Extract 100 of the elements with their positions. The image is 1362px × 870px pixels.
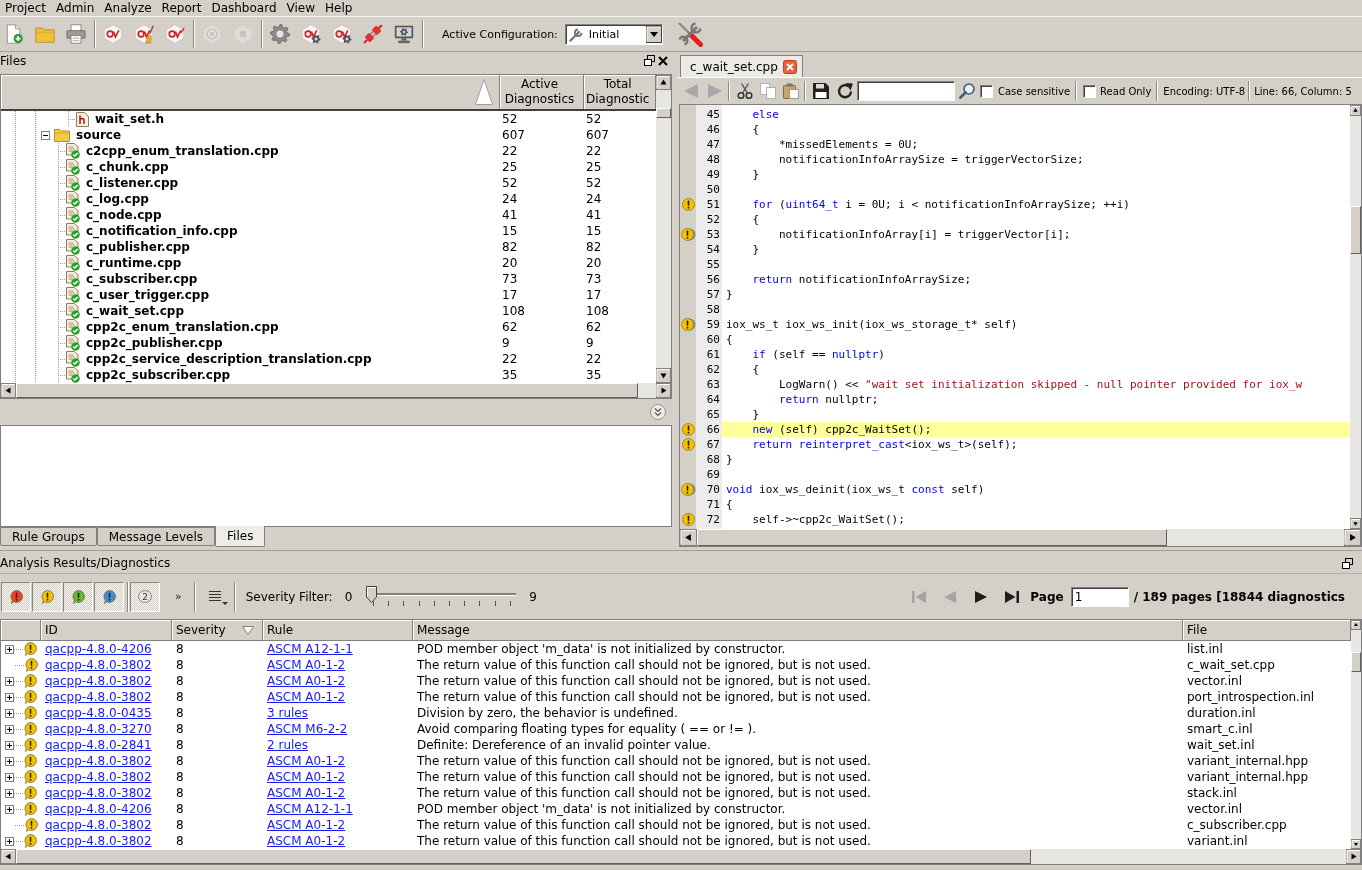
severity-toggle-button[interactable] bbox=[94, 581, 124, 612]
file-name[interactable]: c_listener.cpp bbox=[86, 176, 179, 190]
expand-icon[interactable] bbox=[5, 804, 14, 814]
vertical-scrollbar[interactable] bbox=[1350, 105, 1361, 529]
rule-link[interactable]: ASCM A12-1-1 bbox=[267, 802, 353, 816]
collapse-icon[interactable] bbox=[41, 130, 50, 140]
scrollbar-thumb[interactable] bbox=[1351, 652, 1361, 672]
expand-icon[interactable] bbox=[5, 724, 14, 734]
restore-icon[interactable] bbox=[644, 55, 655, 66]
column-header[interactable] bbox=[1, 620, 41, 640]
printer-icon[interactable] bbox=[66, 24, 86, 44]
diagnostic-id-link[interactable]: qacpp-4.8.0-2841 bbox=[45, 738, 152, 752]
scissors-icon[interactable] bbox=[737, 83, 753, 99]
arrow-left-icon[interactable] bbox=[1, 383, 16, 398]
scrollbar-thumb[interactable] bbox=[656, 108, 672, 118]
file-name[interactable]: c_notification_info.cpp bbox=[86, 224, 238, 238]
file-name[interactable]: cpp2c_enum_translation.cpp bbox=[86, 320, 279, 334]
rule-link[interactable]: ASCM A0-1-2 bbox=[267, 690, 346, 704]
more-button[interactable]: » bbox=[175, 590, 182, 603]
file-name[interactable]: c_user_trigger.cpp bbox=[86, 288, 209, 302]
page-field[interactable]: 1 bbox=[1070, 586, 1129, 607]
file-tab[interactable]: c_wait_set.cpp bbox=[680, 55, 803, 77]
save-icon[interactable] bbox=[813, 83, 829, 99]
vertical-scrollbar[interactable] bbox=[1351, 620, 1361, 849]
rule-link[interactable]: ASCM A0-1-2 bbox=[267, 786, 346, 800]
rule-link[interactable]: ASCM A0-1-2 bbox=[267, 674, 346, 688]
rule-link[interactable]: ASCM A0-1-2 bbox=[267, 658, 346, 672]
column-header[interactable]: Active Diagnostics bbox=[500, 75, 584, 109]
folder-name[interactable]: source bbox=[76, 128, 122, 142]
diagnostic-id-link[interactable]: qacpp-4.8.0-4206 bbox=[45, 642, 152, 656]
scrollbar-thumb[interactable] bbox=[1350, 206, 1361, 254]
scrollbar-thumb[interactable] bbox=[697, 529, 1167, 546]
next-page-icon[interactable] bbox=[974, 589, 989, 604]
diagnostic-id-link[interactable]: qacpp-4.8.0-3802 bbox=[45, 786, 152, 800]
search-field[interactable] bbox=[857, 81, 955, 101]
file-name[interactable]: cpp2c_service_description_translation.cpp bbox=[86, 352, 372, 366]
vertical-scrollbar[interactable] bbox=[656, 75, 672, 383]
arrow-right-icon[interactable] bbox=[656, 383, 671, 398]
expand-icon[interactable] bbox=[5, 772, 14, 782]
arrow-left-icon[interactable] bbox=[1, 849, 16, 864]
diagnostic-id-link[interactable]: qacpp-4.8.0-3802 bbox=[45, 818, 152, 832]
arrow-up-icon[interactable] bbox=[1350, 105, 1361, 116]
menu-item[interactable]: View bbox=[281, 0, 320, 16]
horizontal-scrollbar[interactable] bbox=[1, 849, 1361, 864]
arrow-down-icon[interactable] bbox=[1351, 839, 1361, 849]
file-name[interactable]: c_chunk.cpp bbox=[86, 160, 169, 174]
rule-link[interactable]: ASCM A0-1-2 bbox=[267, 754, 346, 768]
expand-icon[interactable] bbox=[5, 708, 14, 718]
expand-icon[interactable] bbox=[5, 740, 14, 750]
expand-icon[interactable] bbox=[5, 756, 14, 766]
hexagon-check-icon[interactable] bbox=[103, 24, 123, 44]
expand-icon[interactable] bbox=[5, 676, 14, 686]
checkbox[interactable] bbox=[980, 84, 993, 98]
severity-toggle-button[interactable] bbox=[1, 581, 31, 612]
column-header[interactable]: ID bbox=[41, 620, 172, 640]
expand-icon[interactable] bbox=[5, 644, 14, 654]
wrench-screwdriver-icon[interactable] bbox=[676, 21, 703, 47]
arrow-right-icon[interactable] bbox=[1344, 529, 1361, 546]
new-file-icon[interactable] bbox=[4, 24, 24, 44]
menu-item[interactable]: Help bbox=[320, 0, 358, 16]
column-header[interactable]: Severity bbox=[172, 620, 263, 640]
file-name[interactable]: c_runtime.cpp bbox=[86, 256, 182, 270]
file-name[interactable]: c2cpp_enum_translation.cpp bbox=[86, 144, 279, 158]
restore-icon[interactable] bbox=[1342, 557, 1353, 569]
hexagon-gear-icon[interactable] bbox=[332, 24, 352, 44]
rule-link[interactable]: ASCM M6-2-2 bbox=[267, 722, 348, 736]
panel-tab[interactable]: Rule Groups bbox=[0, 527, 97, 546]
hexagon-check-icon[interactable] bbox=[165, 24, 185, 44]
diagnostic-id-link[interactable]: qacpp-4.8.0-3802 bbox=[45, 674, 152, 688]
menu-item[interactable]: Admin bbox=[51, 0, 100, 16]
file-name[interactable]: c_subscriber.cpp bbox=[86, 272, 198, 286]
gear-icon[interactable] bbox=[270, 24, 290, 44]
file-name[interactable]: c_node.cpp bbox=[86, 208, 162, 222]
expand-icon[interactable] bbox=[5, 788, 14, 798]
rule-link[interactable]: ASCM A0-1-2 bbox=[267, 834, 346, 848]
diagnostic-id-link[interactable]: qacpp-4.8.0-0435 bbox=[45, 706, 152, 720]
severity-toggle-button[interactable] bbox=[63, 581, 93, 612]
rule-link[interactable]: 2 rules bbox=[267, 738, 308, 752]
menu-item[interactable]: Report bbox=[156, 0, 207, 16]
rule-link[interactable]: ASCM A0-1-2 bbox=[267, 818, 346, 832]
diagnostic-id-link[interactable]: qacpp-4.8.0-3802 bbox=[45, 754, 152, 768]
column-header[interactable]: File bbox=[1183, 620, 1351, 640]
rule-link[interactable]: 3 rules bbox=[267, 706, 308, 720]
plug-icon[interactable] bbox=[363, 24, 383, 44]
file-name[interactable]: c_publisher.cpp bbox=[86, 240, 190, 254]
diagnostic-id-link[interactable]: qacpp-4.8.0-3802 bbox=[45, 658, 152, 672]
menu-item[interactable]: Dashboard bbox=[206, 0, 282, 16]
arrow-down-icon[interactable] bbox=[656, 368, 672, 383]
rule-link[interactable]: ASCM A12-1-1 bbox=[267, 642, 353, 656]
file-name[interactable]: cpp2c_subscriber.cpp bbox=[86, 368, 231, 382]
configuration-dropdown[interactable]: Initial bbox=[564, 23, 663, 45]
menu-item[interactable]: Analyze bbox=[99, 0, 157, 16]
arrow-up-icon[interactable] bbox=[1351, 620, 1361, 630]
refresh-icon[interactable] bbox=[837, 83, 853, 99]
hexagon-gear-icon[interactable] bbox=[301, 24, 321, 44]
diagnostic-id-link[interactable]: qacpp-4.8.0-3802 bbox=[45, 770, 152, 784]
column-header[interactable]: Message bbox=[413, 620, 1183, 640]
list-dropdown-icon[interactable] bbox=[207, 588, 228, 605]
double-chevron-down-icon[interactable] bbox=[650, 404, 666, 420]
arrow-down-icon[interactable] bbox=[1350, 518, 1361, 529]
